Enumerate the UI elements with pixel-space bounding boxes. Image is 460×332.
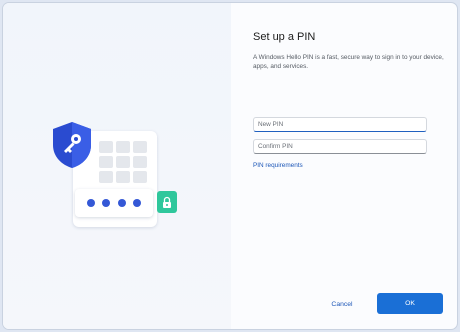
setup-pin-window: Set up a PIN A Windows Hello PIN is a fa… [2, 2, 458, 330]
pin-dot [86, 199, 95, 207]
pin-dots-field [75, 189, 153, 217]
keypad-key [116, 171, 130, 183]
keypad-key [133, 171, 147, 183]
page-title: Set up a PIN [253, 31, 316, 43]
keypad-key [116, 156, 130, 168]
keypad-key [99, 171, 113, 183]
pin-requirements-link[interactable]: PIN requirements [253, 162, 303, 169]
shield-key-icon [53, 122, 91, 168]
pin-illustration [47, 121, 197, 231]
pin-dot [102, 199, 111, 207]
new-pin-input[interactable] [253, 117, 427, 132]
keypad-key [116, 141, 130, 153]
lock-icon [157, 191, 177, 213]
pin-dot [117, 199, 126, 207]
form-pane: Set up a PIN A Windows Hello PIN is a fa… [231, 3, 457, 329]
cancel-button[interactable]: Cancel [317, 295, 367, 313]
keypad-key [133, 141, 147, 153]
illustration-pane [3, 3, 231, 329]
keypad-key [133, 156, 147, 168]
confirm-pin-input[interactable] [253, 139, 427, 154]
page-description: A Windows Hello PIN is a fast, secure wa… [253, 54, 444, 70]
keypad-key [99, 141, 113, 153]
keypad-grid [99, 141, 147, 183]
ok-button[interactable]: OK [377, 293, 443, 314]
keypad-key [99, 156, 113, 168]
pin-dot [133, 199, 142, 207]
